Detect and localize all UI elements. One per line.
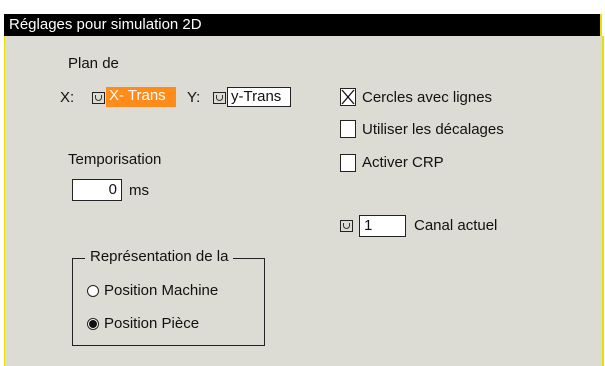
x-axis-dropdown-icon[interactable] — [92, 92, 105, 104]
position-machine-radio[interactable] — [87, 285, 99, 297]
representation-legend: Représentation de la — [85, 248, 234, 266]
timing-label: Temporisation — [68, 151, 162, 168]
y-axis-label: Y: — [187, 89, 201, 106]
circles-label: Cercles avec lignes — [362, 89, 493, 106]
position-machine-label: Position Machine — [104, 282, 219, 299]
channel-input[interactable]: 1 — [359, 215, 406, 237]
y-axis-field[interactable]: y-Trans — [227, 87, 291, 107]
channel-dropdown-icon[interactable] — [340, 220, 353, 232]
dialog-body: Plan de X: X- Trans Y: y-Trans Temporisa… — [4, 36, 604, 366]
position-piece-radio[interactable] — [87, 318, 99, 330]
offsets-checkbox[interactable] — [340, 120, 356, 138]
x-axis-label: X: — [60, 89, 75, 106]
crp-checkbox[interactable] — [340, 154, 356, 172]
timing-input[interactable]: 0 — [72, 179, 122, 201]
crp-label: Activer CRP — [362, 154, 444, 171]
check-x-icon — [341, 89, 355, 105]
x-axis-field[interactable]: X- Trans — [106, 87, 176, 107]
simulation-2d-settings-dialog: Réglages pour simulation 2D Plan de X: X… — [0, 0, 605, 366]
circles-checkbox[interactable] — [340, 88, 356, 106]
plan-label: Plan de — [68, 55, 119, 72]
y-axis-dropdown-icon[interactable] — [213, 92, 226, 104]
position-piece-label: Position Pièce — [104, 315, 200, 332]
timing-unit: ms — [129, 182, 149, 199]
channel-label: Canal actuel — [414, 217, 498, 234]
dialog-title: Réglages pour simulation 2D — [4, 14, 602, 36]
offsets-label: Utiliser les décalages — [362, 121, 504, 138]
